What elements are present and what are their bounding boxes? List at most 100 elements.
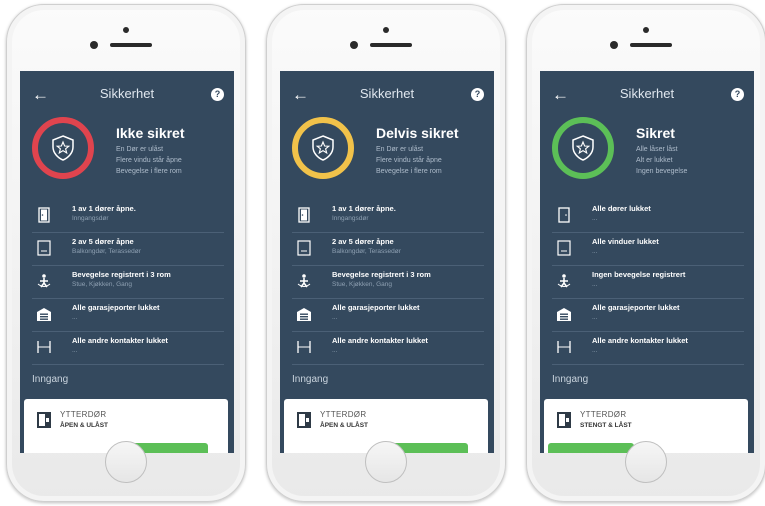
security-status: Ikke sikret En Dør er ulåst Flere vindu … xyxy=(116,125,185,177)
list-item-subtitle: Balkongdør, Terassedør xyxy=(72,248,141,255)
home-button[interactable] xyxy=(105,441,147,483)
help-icon[interactable]: ? xyxy=(471,88,484,101)
earpiece-speaker xyxy=(630,43,672,47)
list-item[interactable]: Alle andre kontakter lukket ... xyxy=(552,333,744,365)
list-item-title: 1 av 1 dører åpne. xyxy=(72,204,136,213)
list-item-subtitle: Inngangsdør xyxy=(332,215,369,222)
list-item[interactable]: 2 av 5 dører åpne Balkongdør, Terassedør xyxy=(292,234,484,266)
sensor-list: 1 av 1 dører åpne. Inngangsdør 2 av 5 dø… xyxy=(32,201,224,366)
window-icon xyxy=(556,240,572,256)
list-item-subtitle: ... xyxy=(592,347,598,354)
list-item[interactable]: Alle dører lukket ... xyxy=(552,201,744,233)
sensor-list: 1 av 1 dører åpne. Inngangsdør 2 av 5 dø… xyxy=(292,201,484,366)
header: ← Sikkerhet ? xyxy=(280,85,494,105)
list-item[interactable]: 1 av 1 dører åpne. Inngangsdør xyxy=(32,201,224,233)
door-state: ÅPEN & ULÅST xyxy=(60,422,109,429)
header: ← Sikkerhet ? xyxy=(20,85,234,105)
door-state: STENGT & LÅST xyxy=(580,422,632,429)
page-title: Sikkerhet xyxy=(619,86,675,101)
list-item-subtitle: ... xyxy=(592,281,598,288)
phone-1: ← Sikkerhet ? Ikke sikret En Dør er ulås… xyxy=(6,4,246,502)
contact-icon xyxy=(556,339,572,355)
list-item-subtitle: ... xyxy=(592,248,598,255)
list-item-subtitle: Stue, Kjøkken, Gang xyxy=(332,281,392,288)
status-ring xyxy=(552,117,614,179)
status-ring xyxy=(292,117,354,179)
list-item[interactable]: Alle garasjeporter lukket ... xyxy=(552,300,744,332)
list-item-subtitle: ... xyxy=(332,347,338,354)
screen: ← Sikkerhet ? Sikret Alle låser låst Alt… xyxy=(540,71,754,453)
screen: ← Sikkerhet ? Ikke sikret En Dør er ulås… xyxy=(20,71,234,453)
status-line: En Dør er ulåst xyxy=(116,146,164,153)
list-item[interactable]: Bevegelse registrert i 3 rom Stue, Kjøkk… xyxy=(292,267,484,299)
list-item-subtitle: ... xyxy=(72,314,78,321)
list-item[interactable]: Alle vinduer lukket ... xyxy=(552,234,744,266)
door-state: ÅPEN & ULÅST xyxy=(320,422,369,429)
home-button[interactable] xyxy=(625,441,667,483)
list-item[interactable]: Alle andre kontakter lukket ... xyxy=(32,333,224,365)
motion-icon xyxy=(556,273,572,289)
status-title: Sikret xyxy=(636,125,675,141)
list-item-title: 2 av 5 dører åpne xyxy=(72,237,134,246)
help-icon[interactable]: ? xyxy=(211,88,224,101)
list-item[interactable]: 1 av 1 dører åpne. Inngangsdør xyxy=(292,201,484,233)
page-title: Sikkerhet xyxy=(99,86,155,101)
list-item[interactable]: Bevegelse registrert i 3 rom Stue, Kjøkk… xyxy=(32,267,224,299)
section-heading: Inngang xyxy=(32,374,69,385)
list-item[interactable]: Ingen bevegelse registrert ... xyxy=(552,267,744,299)
list-item[interactable]: Alle garasjeporter lukket ... xyxy=(292,300,484,332)
earpiece-speaker xyxy=(110,43,152,47)
door-name: YTTERDØR xyxy=(60,410,107,419)
list-item-title: 1 av 1 dører åpne. xyxy=(332,204,396,213)
phone-2: ← Sikkerhet ? Delvis sikret En Dør er ul… xyxy=(266,4,506,502)
status-line: Alt er lukket xyxy=(636,157,673,164)
list-item-title: Alle vinduer lukket xyxy=(592,237,659,246)
help-icon[interactable]: ? xyxy=(731,88,744,101)
front-door-icon xyxy=(557,412,571,428)
list-item-subtitle: Inngangsdør xyxy=(72,215,109,222)
list-item[interactable]: Alle andre kontakter lukket ... xyxy=(292,333,484,365)
garage-icon xyxy=(556,306,572,322)
status-title: Delvis sikret xyxy=(376,125,459,141)
list-item-title: 2 av 5 dører åpne xyxy=(332,237,394,246)
contact-icon xyxy=(36,339,52,355)
action-button[interactable] xyxy=(548,443,634,453)
status-line: Bevegelse i flere rom xyxy=(376,168,442,175)
status-line: Bevegelse i flere rom xyxy=(116,168,182,175)
front-camera xyxy=(383,27,389,33)
garage-icon xyxy=(296,306,312,322)
door-open-icon xyxy=(36,207,52,223)
section-heading: Inngang xyxy=(552,374,589,385)
list-item-title: Alle andre kontakter lukket xyxy=(592,336,688,345)
proximity-sensor xyxy=(90,41,98,49)
status-line: Alle låser låst xyxy=(636,146,678,153)
front-camera xyxy=(123,27,129,33)
list-item[interactable]: 2 av 5 dører åpne Balkongdør, Terassedør xyxy=(32,234,224,266)
door-name: YTTERDØR xyxy=(320,410,367,419)
list-item[interactable]: Alle garasjeporter lukket ... xyxy=(32,300,224,332)
window-icon xyxy=(296,240,312,256)
door-closed-icon xyxy=(556,207,572,223)
door-name: YTTERDØR xyxy=(580,410,627,419)
list-item-title: Alle garasjeporter lukket xyxy=(72,303,160,312)
front-camera xyxy=(643,27,649,33)
list-item-subtitle: ... xyxy=(332,314,338,321)
list-item-subtitle: Stue, Kjøkken, Gang xyxy=(72,281,132,288)
garage-icon xyxy=(36,306,52,322)
list-item-title: Alle dører lukket xyxy=(592,204,651,213)
shield-star-icon xyxy=(572,135,594,161)
status-title: Ikke sikret xyxy=(116,125,185,141)
shield-star-icon xyxy=(312,135,334,161)
header: ← Sikkerhet ? xyxy=(540,85,754,105)
list-item-title: Alle garasjeporter lukket xyxy=(592,303,680,312)
status-line: Flere vindu står åpne xyxy=(116,157,182,164)
shield-star-icon xyxy=(52,135,74,161)
front-door-icon xyxy=(37,412,51,428)
motion-icon xyxy=(36,273,52,289)
page-title: Sikkerhet xyxy=(359,86,415,101)
security-status: Sikret Alle låser låst Alt er lukket Ing… xyxy=(636,125,687,177)
list-item-subtitle: ... xyxy=(592,215,598,222)
screen: ← Sikkerhet ? Delvis sikret En Dør er ul… xyxy=(280,71,494,453)
home-button[interactable] xyxy=(365,441,407,483)
list-item-title: Alle andre kontakter lukket xyxy=(72,336,168,345)
